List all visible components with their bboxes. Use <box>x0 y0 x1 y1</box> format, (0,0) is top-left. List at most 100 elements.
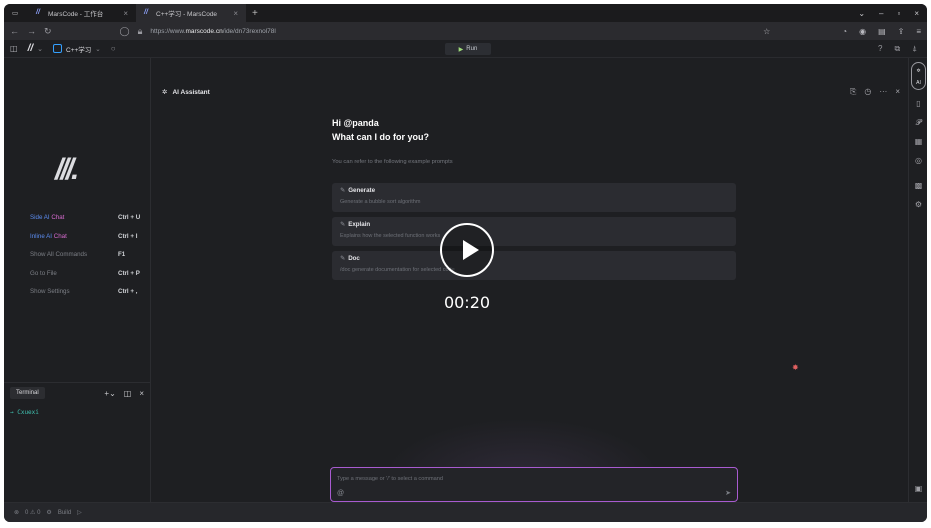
database-icon[interactable]: ▦ <box>909 132 927 151</box>
marscode-logo-icon[interactable]: // <box>28 43 34 54</box>
open-external-icon[interactable]: ⧉ <box>894 44 900 54</box>
terminal-tab[interactable]: Terminal <box>10 387 45 399</box>
project-switcher[interactable]: C++学习 ⌄ <box>53 44 101 54</box>
prompt-card-doc[interactable]: ✎ Doc /doc generate documentation for sel… <box>332 251 736 280</box>
close-panel-icon[interactable]: × <box>895 87 900 97</box>
chevron-down-icon: ⌄ <box>95 45 101 53</box>
greeting-name: Hi @panda <box>332 118 379 128</box>
video-play-icon[interactable] <box>440 223 494 277</box>
prompt-title: Generate <box>348 187 376 194</box>
shield-icon[interactable]: ◯ <box>120 26 130 37</box>
sidebar-toggle-icon[interactable]: ▭ <box>4 4 28 22</box>
shortcut-keys: Ctrl + , <box>118 288 138 295</box>
shortcut-go-to-file[interactable]: Go to File Ctrl + P <box>30 270 142 289</box>
minimize-icon[interactable]: – <box>879 9 883 18</box>
back-arrow-icon[interactable]: ← <box>10 26 19 36</box>
chevron-down-icon[interactable]: ⌄ <box>858 9 865 18</box>
bookmark-star-icon[interactable]: ☆ <box>763 27 770 36</box>
chat-input[interactable] <box>337 476 731 482</box>
window-controls: ⌄ – ▫ × <box>858 9 927 18</box>
mention-icon[interactable]: @ <box>337 490 344 497</box>
shortcut-show-settings[interactable]: Show Settings Ctrl + , <box>30 288 142 307</box>
shortcut-list: Side AI Chat Ctrl + U Inline AI Chat Ctr… <box>30 214 142 307</box>
reload-icon[interactable]: ↻ <box>44 26 52 37</box>
extensions-icon[interactable]: ▤ <box>878 27 886 36</box>
prompt-card-generate[interactable]: ✎ Generate Generate a bubble sort algorit… <box>332 183 736 212</box>
url-path: /ide/dn73rexnol78l <box>222 27 276 35</box>
shortcut-keys: F1 <box>118 251 126 258</box>
shortcut-label: Show Settings <box>30 288 70 295</box>
cpp-project-icon <box>53 44 62 53</box>
share-icon[interactable]: ⇪ <box>898 27 905 36</box>
browser-tab-ide[interactable]: // C++学习 - MarsCode × <box>136 4 246 22</box>
ai-assistant-header: ✲ AI Assistant <box>162 88 210 97</box>
file-icon[interactable]: ▯ <box>909 94 927 113</box>
menu-icon[interactable]: ≡ <box>916 27 921 36</box>
close-window-icon[interactable]: × <box>914 9 919 18</box>
ai-assistant-rail-button[interactable]: ✲ AI <box>911 62 926 90</box>
prompt-card-title: ✎ Generate <box>340 187 728 194</box>
greeting-question: What can I do for you? <box>332 132 429 142</box>
shortcut-show-all-commands[interactable]: Show All Commands F1 <box>30 251 142 270</box>
prompt-icon: ✎ <box>340 221 346 228</box>
chat-input-box[interactable]: @ ➤ <box>330 467 738 502</box>
prompt-card-title: ✎ Doc <box>340 255 728 262</box>
ai-assistant-panel: ✲ AI Assistant ⎘ ◷ ··· × Hi @panda What … <box>152 58 908 502</box>
more-icon[interactable]: ··· <box>879 87 887 97</box>
close-terminal-icon[interactable]: × <box>139 389 144 398</box>
prompt-card-explain[interactable]: ✎ Explain Explains how the selected funct… <box>332 217 736 246</box>
ai-rail-label: AI <box>916 80 921 86</box>
shortcut-side-ai-chat[interactable]: Side AI Chat Ctrl + U <box>30 214 142 233</box>
new-chat-icon[interactable]: ⎘ <box>850 87 856 97</box>
account-icon[interactable]: ◉ <box>859 27 866 36</box>
panel-toggle-icon[interactable]: ▣ <box>909 479 927 498</box>
forward-arrow-icon[interactable]: → <box>27 26 36 36</box>
problem-counts[interactable]: 0 ⚠ 0 <box>25 509 40 516</box>
terminal-panel: Terminal +⌄ ◫ × → Cxuexi <box>4 382 151 502</box>
search-icon[interactable]: ○ <box>111 44 116 53</box>
chevron-down-icon[interactable]: ⌄ <box>37 45 43 53</box>
greeting: Hi @panda What can I do for you? <box>332 116 429 144</box>
deploy-icon[interactable]: ◎ <box>909 151 927 170</box>
shortcut-keys: Ctrl + P <box>118 269 140 277</box>
history-icon[interactable]: ◷ <box>864 87 871 97</box>
url-domain: marscode.cn <box>185 27 223 35</box>
terminal-prompt[interactable]: → Cxuexi <box>4 403 150 422</box>
user-icon[interactable]: ⍋ <box>912 44 917 54</box>
add-terminal-icon[interactable]: +⌄ <box>104 389 115 398</box>
maximize-icon[interactable]: ▫ <box>897 9 900 18</box>
terminal-header: Terminal +⌄ ◫ × <box>4 383 150 403</box>
new-tab-icon[interactable]: + <box>246 8 264 19</box>
build-status[interactable]: Build <box>58 510 71 516</box>
url-prefix: https://www. <box>150 27 186 35</box>
play-small-icon[interactable]: ▷ <box>77 509 82 516</box>
close-tab-icon[interactable]: × <box>233 9 238 18</box>
browser-tab-bar: ▭ // MarsCode - 工作台 × // C++学习 - MarsCod… <box>4 4 927 22</box>
grid-icon[interactable]: ▩ <box>909 176 927 195</box>
ide-toolbar-right: ? ⧉ ⍋ <box>878 44 921 54</box>
welcome-panel: ///. Side AI Chat Ctrl + U Inline AI Cha… <box>4 58 151 382</box>
shortcut-inline-ai-chat[interactable]: Inline AI Chat Ctrl + I <box>30 233 142 252</box>
error-icon[interactable]: ⊗ <box>14 509 19 516</box>
url-field[interactable]: https://www.marscode.cn/ide/dn73rexnol78… <box>150 28 275 35</box>
shortcut-label: Show All Commands <box>30 251 88 258</box>
browser-toolbar-icons: ☆ ◔ ◉ ▤ ⇪ ≡ <box>763 27 921 36</box>
lock-icon[interactable]: 🔒︎ <box>138 26 143 37</box>
layout-icon[interactable]: ◫ <box>10 44 18 53</box>
run-button[interactable]: ▶ Run <box>445 43 491 55</box>
pocket-icon[interactable]: ◔ <box>842 27 847 36</box>
send-icon[interactable]: ➤ <box>725 489 731 497</box>
terminal-actions: +⌄ ◫ × <box>104 389 144 398</box>
project-name: C++学习 <box>66 46 92 54</box>
close-tab-icon[interactable]: × <box>123 9 128 18</box>
help-icon[interactable]: ? <box>878 44 882 54</box>
settings-icon[interactable]: ⚙︎ <box>909 195 927 214</box>
shortcut-label: Side AI Chat <box>30 214 64 233</box>
shortcut-label-main: Inline AI <box>30 232 53 240</box>
ai-header-actions: ⎘ ◷ ··· × <box>850 87 900 97</box>
tab-label: C++学习 - MarsCode <box>156 11 218 18</box>
browser-tab-workbench[interactable]: // MarsCode - 工作台 × <box>28 4 136 22</box>
split-terminal-icon[interactable]: ◫ <box>124 389 132 398</box>
prompt-card-title: ✎ Explain <box>340 221 728 228</box>
pin-icon[interactable]: 𝓟 <box>909 113 927 132</box>
